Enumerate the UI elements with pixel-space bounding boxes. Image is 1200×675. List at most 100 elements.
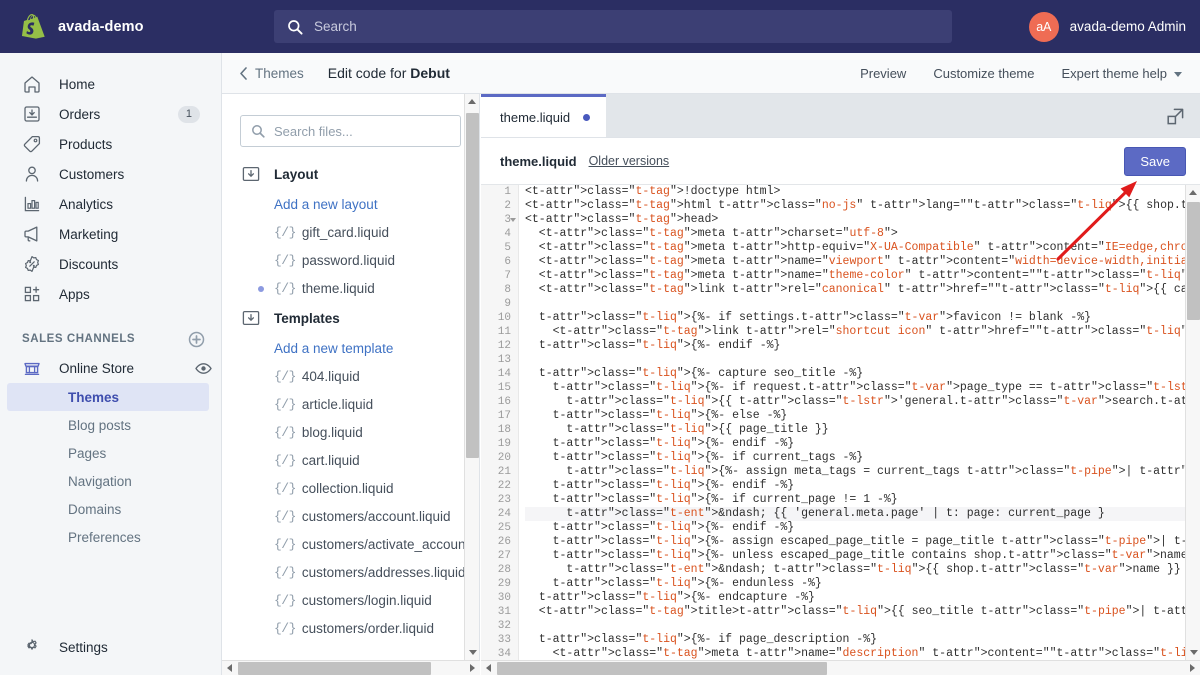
search-files-input[interactable]: Search files... (240, 115, 461, 147)
code-line[interactable] (525, 619, 1185, 633)
sidebar-item-home[interactable]: Home (0, 69, 212, 99)
editor-vertical-scrollbar[interactable] (1185, 185, 1200, 660)
file-item[interactable]: {/} customers/activate_account.li (222, 530, 479, 558)
sidebar-item-customers[interactable]: Customers (0, 159, 212, 189)
user-menu[interactable]: aA avada-demo Admin (1028, 11, 1186, 42)
file-item[interactable]: {/} customers/account.liquid (222, 502, 479, 530)
expand-icon[interactable] (1166, 107, 1185, 126)
sidebar-item-blog-posts[interactable]: Blog posts (7, 411, 209, 439)
file-panel-vertical-scrollbar[interactable] (464, 94, 479, 660)
sidebar-item-themes[interactable]: Themes (7, 383, 209, 411)
tab-theme-liquid[interactable]: theme.liquid (481, 94, 607, 137)
scroll-left-button[interactable] (222, 664, 237, 672)
customize-theme-button[interactable]: Customize theme (933, 66, 1034, 81)
code-line[interactable]: <t-attr">class="t-tag">title>t-attr">cla… (525, 605, 1185, 619)
sidebar-item-preferences[interactable]: Preferences (7, 523, 209, 551)
code-line[interactable]: t-attr">class="t-liq">{%- if request.t-a… (525, 381, 1185, 395)
code-line[interactable]: <t-attr">class="t-tag">meta t-attr">name… (525, 647, 1185, 661)
file-item[interactable]: {/} gift_card.liquid (222, 218, 479, 246)
scroll-right-button[interactable] (1185, 664, 1200, 672)
sidebar-item-marketing[interactable]: Marketing (0, 219, 212, 249)
code-line[interactable]: <t-attr">class="t-tag">head> (525, 213, 1185, 227)
code-line[interactable]: t-attr">class="t-liq">{%- if settings.t-… (525, 311, 1185, 325)
code-line[interactable]: t-attr">class="t-liq">{%- if current_tag… (525, 451, 1185, 465)
preview-button[interactable]: Preview (860, 66, 906, 81)
file-group-header-templates[interactable]: Templates (222, 302, 479, 334)
code-line[interactable]: <t-attr">class="t-tag">html t-attr">clas… (525, 199, 1185, 213)
file-item[interactable]: {/} collection.liquid (222, 474, 479, 502)
sidebar-item-online-store[interactable]: Online Store (0, 353, 212, 383)
code-line[interactable]: t-attr">class="t-liq">{%- else -%} (525, 409, 1185, 423)
code-line[interactable]: t-attr">class="t-liq">{{ page_title }} (525, 423, 1185, 437)
file-item-theme-liquid[interactable]: {/} theme.liquid (222, 274, 479, 302)
code-line[interactable]: <t-attr">class="t-tag">link t-attr">rel=… (525, 325, 1185, 339)
scrollbar-thumb[interactable] (1187, 202, 1200, 320)
scrollbar-thumb[interactable] (466, 113, 479, 458)
eye-icon[interactable] (195, 362, 212, 375)
sidebar-item-analytics[interactable]: Analytics (0, 189, 212, 219)
code-line[interactable]: t-attr">class="t-liq">{%- if current_pag… (525, 493, 1185, 507)
code-line[interactable]: t-attr">class="t-liq">{%- unless escaped… (525, 549, 1185, 563)
code-line[interactable]: t-attr">class="t-liq">{%- endif -%} (525, 339, 1185, 353)
sidebar-item-pages[interactable]: Pages (7, 439, 209, 467)
file-group-header-layout[interactable]: Layout (222, 158, 479, 190)
expert-theme-help-menu[interactable]: Expert theme help (1061, 66, 1182, 81)
file-item[interactable]: {/} article.liquid (222, 390, 479, 418)
code-content[interactable]: <t-attr">class="t-tag">!doctype html> <t-… (525, 185, 1185, 675)
code-line[interactable]: t-attr">class="t-ent">&ndash; {{ 'genera… (525, 507, 1185, 521)
scroll-right-button[interactable] (465, 664, 480, 672)
brand-area[interactable]: avada-demo (0, 14, 222, 39)
code-area[interactable]: 1 2 3 4 5 6 7 8 9 10 11 12 13 14 15 16 17 18 19 20 21 22 23 24 2… (481, 185, 1200, 675)
file-panel-horizontal-scrollbar[interactable] (222, 660, 480, 675)
file-item[interactable]: {/} customers/login.liquid (222, 586, 479, 614)
sidebar-item-discounts[interactable]: Discounts (0, 249, 212, 279)
file-item[interactable]: {/} 404.liquid (222, 362, 479, 390)
code-line[interactable]: t-attr">class="t-ent">&ndash; t-attr">cl… (525, 563, 1185, 577)
sidebar-item-navigation[interactable]: Navigation (7, 467, 209, 495)
file-item[interactable]: {/} customers/addresses.liquid (222, 558, 479, 586)
scrollbar-thumb[interactable] (497, 661, 827, 675)
code-line[interactable]: t-attr">class="t-liq">{%- endif -%} (525, 479, 1185, 493)
global-search-input[interactable]: Search (274, 10, 952, 43)
save-button[interactable]: Save (1124, 146, 1186, 176)
file-item[interactable]: {/} blog.liquid (222, 418, 479, 446)
older-versions-link[interactable]: Older versions (589, 154, 670, 168)
code-line[interactable]: t-attr">class="t-liq">{%- assign escaped… (525, 535, 1185, 549)
file-item[interactable]: {/} cart.liquid (222, 446, 479, 474)
code-line[interactable]: <t-attr">class="t-tag">link t-attr">rel=… (525, 283, 1185, 297)
code-line[interactable]: <t-attr">class="t-tag">meta t-attr">http… (525, 241, 1185, 255)
code-fold-icon[interactable] (510, 218, 516, 222)
code-line[interactable]: t-attr">class="t-liq">{%- capture seo_ti… (525, 367, 1185, 381)
back-to-themes-link[interactable]: Themes (239, 66, 304, 81)
file-item[interactable]: {/} customers/order.liquid (222, 614, 479, 642)
file-item[interactable]: {/} password.liquid (222, 246, 479, 274)
scroll-up-button[interactable] (465, 94, 479, 109)
scroll-down-button[interactable] (1186, 645, 1200, 660)
code-line[interactable] (525, 297, 1185, 311)
scroll-left-button[interactable] (481, 664, 496, 672)
code-line[interactable]: <t-attr">class="t-tag">!doctype html> (525, 185, 1185, 199)
scrollbar-thumb[interactable] (238, 661, 431, 675)
sidebar-item-products[interactable]: Products (0, 129, 212, 159)
code-line[interactable]: t-attr">class="t-liq">{%- assign meta_ta… (525, 465, 1185, 479)
code-line[interactable]: <t-attr">class="t-tag">meta t-attr">name… (525, 269, 1185, 283)
code-line[interactable]: t-attr">class="t-liq">{%- endif -%} (525, 521, 1185, 535)
add-sales-channel-icon[interactable] (188, 331, 205, 348)
code-line[interactable]: t-attr">class="t-liq">{%- endcapture -%} (525, 591, 1185, 605)
scroll-up-button[interactable] (1186, 185, 1200, 200)
editor-horizontal-scrollbar[interactable] (481, 660, 1200, 675)
add-new-layout-link[interactable]: Add a new layout (222, 190, 479, 218)
code-line[interactable]: t-attr">class="t-liq">{{ t-attr">class="… (525, 395, 1185, 409)
code-line[interactable] (525, 353, 1185, 367)
code-line[interactable]: t-attr">class="t-liq">{%- endunless -%} (525, 577, 1185, 591)
code-line[interactable]: <t-attr">class="t-tag">meta t-attr">char… (525, 227, 1185, 241)
add-new-template-link[interactable]: Add a new template (222, 334, 479, 362)
code-line[interactable]: t-attr">class="t-liq">{%- endif -%} (525, 437, 1185, 451)
sidebar-item-domains[interactable]: Domains (7, 495, 209, 523)
code-line[interactable]: t-attr">class="t-liq">{%- if page_descri… (525, 633, 1185, 647)
sidebar-item-orders[interactable]: Orders 1 (0, 99, 212, 129)
sidebar-item-settings[interactable]: Settings (0, 632, 108, 662)
code-line[interactable]: <t-attr">class="t-tag">meta t-attr">name… (525, 255, 1185, 269)
scroll-down-button[interactable] (465, 645, 480, 660)
sidebar-item-apps[interactable]: Apps (0, 279, 212, 309)
